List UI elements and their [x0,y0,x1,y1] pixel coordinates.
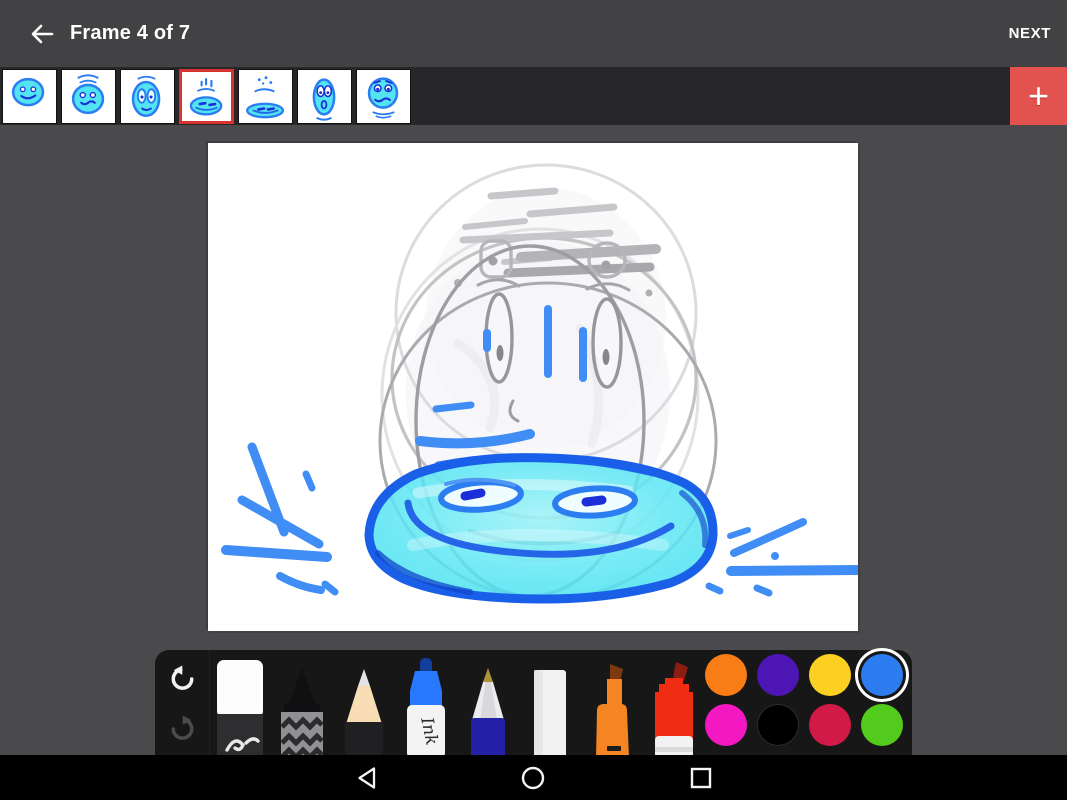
swatch-purple[interactable] [757,654,799,696]
nav-back-button[interactable] [345,755,389,800]
frame-thumbnail-7[interactable] [356,69,411,124]
tool-crayon[interactable] [275,666,329,758]
undo-button[interactable] [162,658,202,698]
frame-thumbnail-4[interactable] [179,69,234,124]
crayon-icon [275,666,329,758]
frame-4-preview [182,72,231,121]
swatch-blue[interactable] [861,654,903,696]
frame-2-preview [62,70,115,123]
plus-icon: + [1028,75,1049,116]
page-title: Frame 4 of 7 [70,0,190,67]
add-frame-button[interactable]: + [1010,67,1067,125]
swatch-crimson[interactable] [809,704,851,746]
top-bar: Frame 4 of 7 NEXT [0,0,1067,67]
back-arrow-icon [29,21,55,47]
frame-thumbnail-3[interactable] [120,69,175,124]
next-button[interactable]: NEXT [1009,0,1051,67]
nav-home-circle-icon [521,766,545,790]
tool-chalk[interactable] [523,668,577,758]
frame-3-preview [121,70,174,123]
paint-marker-icon [647,662,701,758]
nav-recents-square-icon [690,767,712,789]
frame-thumbnail-6[interactable] [297,69,352,124]
undo-icon [169,665,196,692]
tool-paint-marker[interactable] [647,662,701,758]
frame-thumbnail-5[interactable] [238,69,293,124]
frame-thumbnail-1[interactable] [2,69,57,124]
highlighter-icon [585,662,639,758]
redo-button[interactable] [162,708,202,748]
redo-icon [169,715,196,742]
drawing-tools: Ink [211,650,701,758]
nav-recents-button[interactable] [679,755,723,800]
drawing-canvas[interactable] [208,143,858,631]
marker-icon: Ink [399,658,453,758]
nav-back-triangle-icon [356,766,378,790]
android-nav-bar [0,755,1067,800]
frame-thumbnail-2[interactable] [61,69,116,124]
eraser-icon [213,658,267,758]
current-frame-blob [369,457,713,599]
swatch-orange[interactable] [705,654,747,696]
swatch-magenta[interactable] [705,704,747,746]
swatch-black[interactable] [757,704,799,746]
filmstrip [0,67,1067,125]
chalk-icon [523,668,577,758]
tool-pen[interactable] [461,666,515,758]
tool-pencil[interactable] [337,666,391,758]
pencil-icon [337,666,391,758]
back-button[interactable] [22,14,62,54]
app-screen: Frame 4 of 7 NEXT + [0,0,1067,800]
nav-home-button[interactable] [511,755,555,800]
tool-eraser[interactable] [213,658,267,758]
tool-marker[interactable]: Ink [399,658,453,758]
color-swatches [705,654,903,746]
frame-6-preview [298,70,351,123]
frame-1-preview [3,70,56,123]
canvas-artwork [208,143,858,631]
tool-palette: Ink [155,650,912,758]
swatch-yellow[interactable] [809,654,851,696]
frame-7-preview [357,70,410,123]
frame-5-preview [239,70,292,123]
pen-icon [461,666,515,758]
undo-redo-group [155,650,210,758]
swatch-green[interactable] [861,704,903,746]
tool-highlighter[interactable] [585,662,639,758]
